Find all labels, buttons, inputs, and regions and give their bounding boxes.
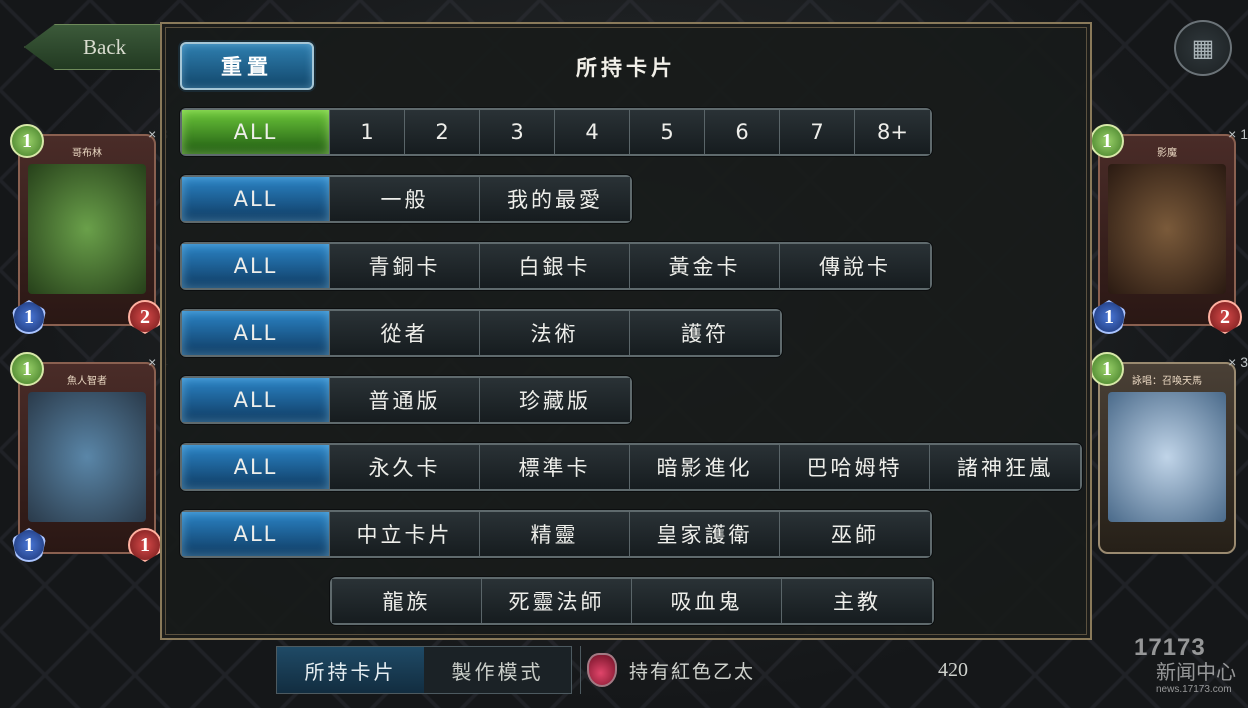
filter-rarity-all[interactable]: ALL [182,244,330,288]
filter-favorite-all[interactable]: ALL [182,177,330,221]
filter-legendary[interactable]: 傳說卡 [780,244,930,288]
attack-gem: 1 [12,528,46,562]
filter-row-type: ALL 從者 法術 護符 [180,309,782,357]
ether-display: 持有紅色乙太 420 [580,646,980,694]
filter-class-dragoncraft[interactable]: 龍族 [332,579,482,623]
deck-menu-icon[interactable]: ▦ [1174,20,1232,76]
filter-row-class-2: 龍族 死靈法師 吸血鬼 主教 [330,577,934,625]
filter-class-swordcraft[interactable]: 皇家護衛 [630,512,780,556]
panel-title: 所持卡片 [576,55,676,80]
filter-panel: 重置 所持卡片 ALL 1 2 3 4 5 6 7 8+ ALL 一般 我的最愛… [160,22,1092,640]
filter-class-havencraft[interactable]: 主教 [782,579,932,623]
card-art [28,164,146,294]
filter-bronze[interactable]: 青銅卡 [330,244,480,288]
watermark-url: news.17173.com [1156,684,1232,695]
filter-class-forestcraft[interactable]: 精靈 [480,512,630,556]
cost-gem: 1 [1090,124,1124,158]
filter-set-bahamut[interactable]: 巴哈姆特 [780,445,930,489]
filter-class-runecraft[interactable]: 巫師 [780,512,930,556]
filter-set-darkness-evolved[interactable]: 暗影進化 [630,445,780,489]
filter-edition-all[interactable]: ALL [182,378,330,422]
cost-gem: 1 [10,124,44,158]
filter-follower[interactable]: 從者 [330,311,480,355]
mode-tabs: 所持卡片 製作模式 [276,646,572,694]
filter-type-all[interactable]: ALL [182,311,330,355]
filter-cost-2[interactable]: 2 [405,110,480,154]
card-art [1108,392,1226,522]
watermark-text: 新闻中心 [1156,662,1236,684]
filter-cost-6[interactable]: 6 [705,110,780,154]
tab-craft-mode[interactable]: 製作模式 [424,647,571,693]
filter-row-class: ALL 中立卡片 精靈 皇家護衛 巫師 [180,510,932,558]
filter-my-favorite[interactable]: 我的最愛 [480,177,630,221]
red-ether-icon [587,653,617,687]
card-shadow-demon[interactable]: 影魔 × 1 1 1 2 [1090,124,1248,334]
card-fish-sage[interactable]: 魚人智者 × 4 1 1 1 [10,352,168,562]
filter-silver[interactable]: 白銀卡 [480,244,630,288]
filter-premium-edition[interactable]: 珍藏版 [480,378,630,422]
card-art [28,392,146,522]
filter-set-tempest-of-gods[interactable]: 諸神狂嵐 [930,445,1080,489]
card-count: × 1 [1228,126,1248,142]
filter-cost-7[interactable]: 7 [780,110,855,154]
attack-gem: 1 [1092,300,1126,334]
filter-cost-8plus[interactable]: 8+ [855,110,930,154]
filter-class-all[interactable]: ALL [182,512,330,556]
ether-value: 420 [938,658,968,681]
filter-class-bloodcraft[interactable]: 吸血鬼 [632,579,782,623]
card-summon-pegasus[interactable]: 詠唱：召喚天馬 × 3 1 [1090,352,1248,554]
filter-row-cost: ALL 1 2 3 4 5 6 7 8+ [180,108,932,156]
filter-row-card-set: ALL 永久卡 標準卡 暗影進化 巴哈姆特 諸神狂嵐 [180,443,1082,491]
card-count: × 3 [1228,354,1248,370]
filter-normal[interactable]: 一般 [330,177,480,221]
filter-spell[interactable]: 法術 [480,311,630,355]
filter-cost-1[interactable]: 1 [330,110,405,154]
card-goblin[interactable]: 哥布林 × 3 1 1 2 [10,124,168,334]
filter-gold[interactable]: 黃金卡 [630,244,780,288]
filter-set-standard[interactable]: 標準卡 [480,445,630,489]
filter-cost-3[interactable]: 3 [480,110,555,154]
filter-cost-4[interactable]: 4 [555,110,630,154]
filter-regular-edition[interactable]: 普通版 [330,378,480,422]
filter-class-neutral[interactable]: 中立卡片 [330,512,480,556]
filter-row-favorite: ALL 一般 我的最愛 [180,175,632,223]
filter-set-all[interactable]: ALL [182,445,330,489]
filter-class-shadowcraft[interactable]: 死靈法師 [482,579,632,623]
filter-cost-all[interactable]: ALL [182,110,330,154]
card-art [1108,164,1226,294]
attack-gem: 1 [12,300,46,334]
back-button-label: Back [83,35,127,59]
filter-row-edition: ALL 普通版 珍藏版 [180,376,632,424]
filter-row-rarity: ALL 青銅卡 白銀卡 黃金卡 傳說卡 [180,242,932,290]
watermark: 17173 新闻中心 news.17173.com [1126,634,1242,702]
filter-set-permanent[interactable]: 永久卡 [330,445,480,489]
cost-gem: 1 [1090,352,1124,386]
filter-amulet[interactable]: 護符 [630,311,780,355]
cost-gem: 1 [10,352,44,386]
ether-label: 持有紅色乙太 [629,660,756,683]
filter-cost-5[interactable]: 5 [630,110,705,154]
tab-owned-cards[interactable]: 所持卡片 [277,647,424,693]
